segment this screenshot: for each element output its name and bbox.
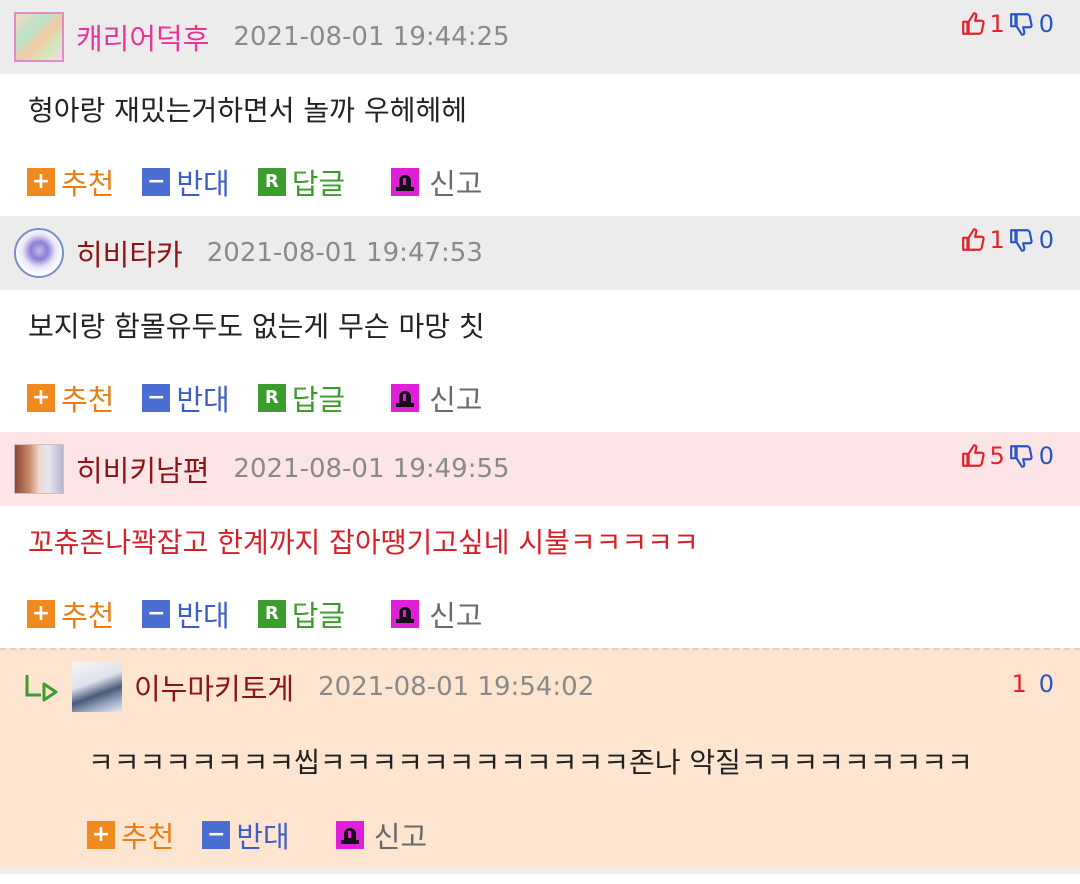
comment-actions: + 추천 − 반대 R 답글 신고 — [0, 148, 1080, 216]
comment-text: ㅋㅋㅋㅋㅋㅋㅋㅋ씹ㅋㅋㅋㅋㅋㅋㅋㅋㅋㅋㅋㅋ존나 악질ㅋㅋㅋㅋㅋㅋㅋㅋㅋ — [88, 746, 973, 779]
author-nickname[interactable]: 캐리어덕후 — [76, 16, 209, 58]
thumbs-down-icon[interactable] — [1009, 443, 1035, 469]
siren-icon — [391, 600, 420, 628]
timestamp: 2021-08-01 19:47:53 — [206, 238, 483, 268]
reply-icon: R — [257, 600, 286, 628]
avatar[interactable] — [14, 228, 64, 278]
recommend-button[interactable]: + 추천 — [27, 161, 114, 203]
oppose-label: 반대 — [176, 383, 230, 417]
comment-header: 히비키남편 2021-08-01 19:49:55 5 0 — [0, 432, 1080, 506]
comment-header: 히비타카 2021-08-01 19:47:53 1 0 — [0, 216, 1080, 290]
minus-icon: − — [142, 168, 171, 196]
author-nickname[interactable]: 히비타카 — [76, 232, 183, 274]
minus-icon: − — [202, 821, 231, 849]
comment-header: 이누마키토게 2021-08-01 19:54:02 1 0 — [0, 650, 1080, 724]
thumbs-down-icon[interactable] — [1009, 227, 1035, 253]
reply-comment-item: 이누마키토게 2021-08-01 19:54:02 1 0 ㅋㅋㅋㅋㅋㅋㅋㅋ씹… — [0, 648, 1080, 868]
oppose-label: 반대 — [236, 820, 290, 854]
thumbs-up-icon[interactable] — [961, 227, 987, 253]
oppose-button[interactable]: − 반대 — [142, 377, 230, 419]
comment-header: 캐리어덕후 2021-08-01 19:44:25 1 0 — [0, 0, 1080, 74]
downvote-count: 0 — [1038, 442, 1054, 470]
report-label: 신고 — [429, 167, 483, 201]
report-label: 신고 — [373, 820, 428, 854]
comment-actions: + 추천 − 반대 R 답글 신고 — [0, 364, 1080, 432]
oppose-button[interactable]: − 반대 — [202, 814, 290, 856]
author-nickname[interactable]: 이누마키토게 — [134, 666, 294, 708]
recommend-button[interactable]: + 추천 — [27, 377, 114, 419]
oppose-label: 반대 — [176, 167, 230, 201]
thumbs-up-icon[interactable] — [961, 11, 987, 37]
timestamp: 2021-08-01 19:44:25 — [233, 22, 510, 52]
thumbs-down-icon[interactable] — [1009, 11, 1035, 37]
plus-icon: + — [27, 168, 55, 196]
recommend-label: 추천 — [61, 599, 115, 633]
thumbs-up-icon[interactable] — [961, 443, 987, 469]
reply-label: 답글 — [291, 167, 346, 201]
avatar[interactable] — [14, 12, 64, 62]
comment-actions: + 추천 − 반대 R 답글 신고 — [0, 580, 1080, 648]
vote-counts: 1 0 — [1009, 670, 1054, 698]
comment-item: 히비키남편 2021-08-01 19:49:55 5 0 꼬츄존나꽉잡고 한계… — [0, 432, 1080, 648]
reply-icon: R — [257, 168, 286, 196]
oppose-button[interactable]: − 반대 — [142, 161, 230, 203]
minus-icon: − — [142, 600, 171, 628]
vote-counts: 1 0 — [961, 10, 1054, 38]
timestamp: 2021-08-01 19:54:02 — [318, 672, 595, 702]
report-label: 신고 — [429, 599, 483, 633]
reply-button[interactable]: R 답글 — [257, 377, 346, 419]
divider — [0, 868, 1080, 874]
report-button[interactable]: 신고 — [335, 814, 428, 856]
comment-text: 형아랑 재밌는거하면서 놀까 우헤헤헤 — [28, 94, 467, 127]
oppose-label: 반대 — [176, 599, 230, 633]
report-button[interactable]: 신고 — [391, 593, 483, 635]
report-label: 신고 — [429, 383, 483, 417]
comment-item: 히비타카 2021-08-01 19:47:53 1 0 보지랑 함몰유두도 없… — [0, 216, 1080, 432]
author-nickname[interactable]: 히비키남편 — [76, 448, 209, 490]
recommend-button[interactable]: + 추천 — [87, 814, 174, 856]
upvote-count: 5 — [989, 442, 1005, 470]
upvote-count: 1 — [1011, 670, 1027, 698]
report-button[interactable]: 신고 — [391, 161, 483, 203]
upvote-count: 1 — [989, 10, 1005, 38]
reply-button[interactable]: R 답글 — [257, 593, 346, 635]
comment-item: 캐리어덕후 2021-08-01 19:44:25 1 0 형아랑 재밌는거하면… — [0, 0, 1080, 216]
plus-icon: + — [27, 600, 55, 628]
comment-text: 꼬츄존나꽉잡고 한계까지 잡아땡기고싶네 시불ㅋㅋㅋㅋㅋ — [28, 526, 699, 559]
avatar[interactable] — [14, 444, 64, 494]
avatar[interactable] — [72, 662, 122, 712]
report-button[interactable]: 신고 — [391, 377, 483, 419]
recommend-label: 추천 — [61, 383, 115, 417]
vote-counts: 1 0 — [961, 226, 1054, 254]
reply-label: 답글 — [291, 599, 346, 633]
siren-icon — [391, 168, 420, 196]
reply-button[interactable]: R 답글 — [257, 161, 346, 203]
reply-arrow-icon — [25, 675, 58, 702]
vote-counts: 5 0 — [961, 442, 1054, 470]
downvote-count: 0 — [1038, 10, 1054, 38]
comment-text: 보지랑 함몰유두도 없는게 무슨 마망 칫 — [28, 310, 485, 343]
timestamp: 2021-08-01 19:49:55 — [233, 454, 510, 484]
comment-actions: + 추천 − 반대 신고 — [0, 802, 1080, 868]
siren-icon — [391, 384, 420, 412]
reply-label: 답글 — [291, 383, 346, 417]
upvote-count: 1 — [989, 226, 1005, 254]
recommend-button[interactable]: + 추천 — [27, 593, 114, 635]
recommend-label: 추천 — [61, 167, 115, 201]
downvote-count: 0 — [1038, 670, 1054, 698]
recommend-label: 추천 — [121, 820, 175, 854]
minus-icon: − — [142, 384, 171, 412]
plus-icon: + — [87, 821, 115, 849]
siren-icon — [335, 821, 364, 849]
downvote-count: 0 — [1038, 226, 1054, 254]
reply-icon: R — [257, 384, 286, 412]
oppose-button[interactable]: − 반대 — [142, 593, 230, 635]
plus-icon: + — [27, 384, 55, 412]
